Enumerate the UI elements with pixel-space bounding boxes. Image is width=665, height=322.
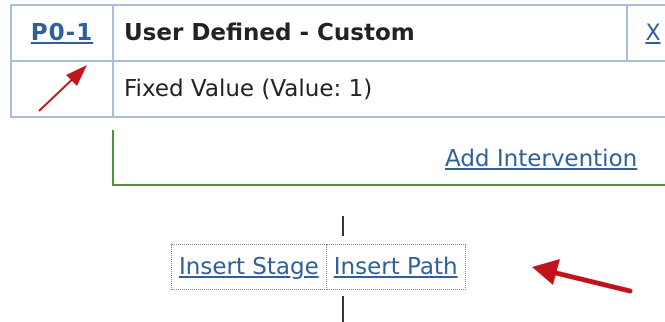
close-cell: X [626,4,665,62]
insert-stage-button[interactable]: Insert Stage [171,244,327,290]
arrow-left-icon [532,259,633,294]
insert-path-button[interactable]: Insert Path [326,244,466,290]
intervention-description: Fixed Value (Value: 1) [112,60,665,118]
path-connector-top [342,216,344,236]
add-intervention-link[interactable]: Add Intervention [445,146,637,172]
intervention-header-row: P0-1 User Defined - Custom X [10,4,665,62]
arrow-up-right-icon [38,65,87,112]
insert-path-link[interactable]: Insert Path [334,254,458,280]
intervention-code-cell: P0-1 [10,4,114,62]
insert-stage-link[interactable]: Insert Stage [179,254,319,280]
intervention-code-link[interactable]: P0-1 [31,20,93,46]
intervention-editor: P0-1 User Defined - Custom X Fixed Value… [0,0,665,322]
intervention-name: User Defined - Custom [112,4,628,62]
path-connector-bottom [342,296,344,322]
trend-icon-cell [10,60,114,118]
intervention-table: P0-1 User Defined - Custom X Fixed Value… [10,4,665,118]
insert-controls: Insert Stage Insert Path [171,244,466,290]
intervention-detail-row: Fixed Value (Value: 1) [10,60,665,118]
remove-intervention-button[interactable]: X [645,21,660,46]
